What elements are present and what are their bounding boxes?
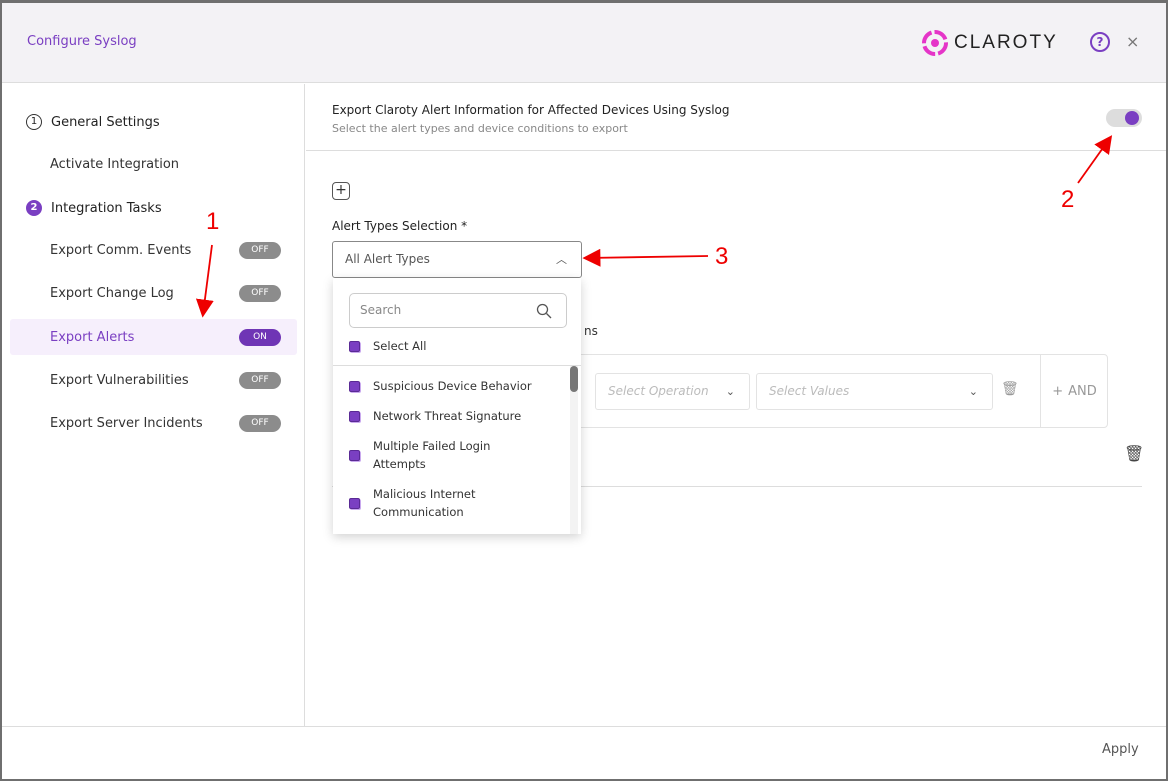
search-input[interactable]: Search	[349, 293, 567, 328]
alert-types-select[interactable]: All Alert Types ︿	[332, 241, 582, 278]
add-and-button[interactable]: + AND	[1040, 355, 1108, 427]
select-all-option[interactable]: Select All	[349, 337, 559, 355]
search-icon	[536, 303, 552, 319]
plus-icon: +	[1052, 383, 1064, 399]
toggle-off[interactable]: OFF	[239, 415, 281, 432]
checkbox-checked[interactable]	[349, 340, 360, 352]
toggle-off[interactable]: OFF	[239, 285, 281, 302]
sidebar-item-export-comm-events[interactable]: Export Comm. Events OFF	[10, 232, 297, 268]
list-item[interactable]: Multiple Failed Login Attempts	[349, 437, 539, 473]
values-select[interactable]: Select Values ⌄	[756, 373, 993, 410]
sidebar: 1 General Settings Activate Integration 2…	[2, 84, 305, 726]
divider	[333, 365, 581, 366]
chevron-down-icon: ⌄	[725, 385, 735, 398]
annotation-label-1: 1	[206, 208, 220, 235]
alert-types-label: Alert Types Selection *	[332, 219, 468, 233]
alert-types-dropdown: Search Select All Suspicious Device Beha…	[333, 278, 581, 534]
checkbox-checked[interactable]	[349, 380, 360, 392]
condition-row: Select Operation ⌄ Select Values ⌄ 🗑 + AND	[576, 354, 1108, 428]
close-icon[interactable]: ×	[1126, 32, 1139, 51]
configure-syslog-modal: Configure Syslog CLAROTY ? × 1 General Se…	[2, 3, 1166, 779]
section-integration-tasks[interactable]: 2 Integration Tasks	[26, 200, 162, 216]
modal-title: Configure Syslog	[27, 34, 137, 49]
checkbox-checked[interactable]	[349, 410, 360, 422]
scrollbar-thumb[interactable]	[570, 366, 578, 392]
modal-header: Configure Syslog CLAROTY ? ×	[2, 3, 1166, 83]
toggle-off[interactable]: OFF	[239, 372, 281, 389]
help-icon[interactable]: ?	[1090, 32, 1110, 52]
checkbox-checked[interactable]	[349, 449, 360, 461]
chevron-up-icon: ︿	[556, 253, 567, 266]
annotation-label-3: 3	[715, 243, 729, 270]
annotation-label-2: 2	[1061, 186, 1075, 213]
claroty-logo-icon	[922, 30, 948, 56]
section-title: Export Claroty Alert Information for Aff…	[332, 103, 730, 117]
divider	[306, 150, 1166, 151]
claroty-logo: CLAROTY	[922, 30, 1058, 56]
sidebar-item-export-change-log[interactable]: Export Change Log OFF	[10, 275, 297, 311]
list-item[interactable]: Malicious Internet Communication	[349, 485, 519, 521]
modal-footer	[2, 726, 1166, 779]
sidebar-item-export-server-incidents[interactable]: Export Server Incidents OFF	[10, 405, 297, 441]
section-general-settings[interactable]: 1 General Settings	[26, 114, 160, 130]
toggle-on[interactable]: ON	[239, 329, 281, 346]
sidebar-item-export-vulnerabilities[interactable]: Export Vulnerabilities OFF	[10, 362, 297, 398]
apply-button[interactable]: Apply	[1102, 742, 1139, 757]
list-item[interactable]: Network Threat Signature	[349, 407, 559, 425]
sidebar-item-activate-integration[interactable]: Activate Integration	[10, 146, 297, 182]
trash-icon[interactable]: 🗑	[1001, 381, 1019, 397]
add-icon[interactable]: +	[332, 182, 350, 200]
operation-select[interactable]: Select Operation ⌄	[595, 373, 750, 410]
checkbox-checked[interactable]	[349, 497, 360, 509]
sidebar-item-export-alerts[interactable]: Export Alerts ON	[10, 319, 297, 355]
conditions-label-partial: ns	[584, 324, 598, 338]
section-subtitle: Select the alert types and device condit…	[332, 122, 628, 135]
toggle-off[interactable]: OFF	[239, 242, 281, 259]
list-item[interactable]: Suspicious Device Behavior	[349, 377, 559, 395]
enable-export-switch[interactable]	[1106, 109, 1142, 127]
trash-icon[interactable]: 🗑	[1124, 444, 1144, 463]
chevron-down-icon: ⌄	[968, 385, 978, 398]
